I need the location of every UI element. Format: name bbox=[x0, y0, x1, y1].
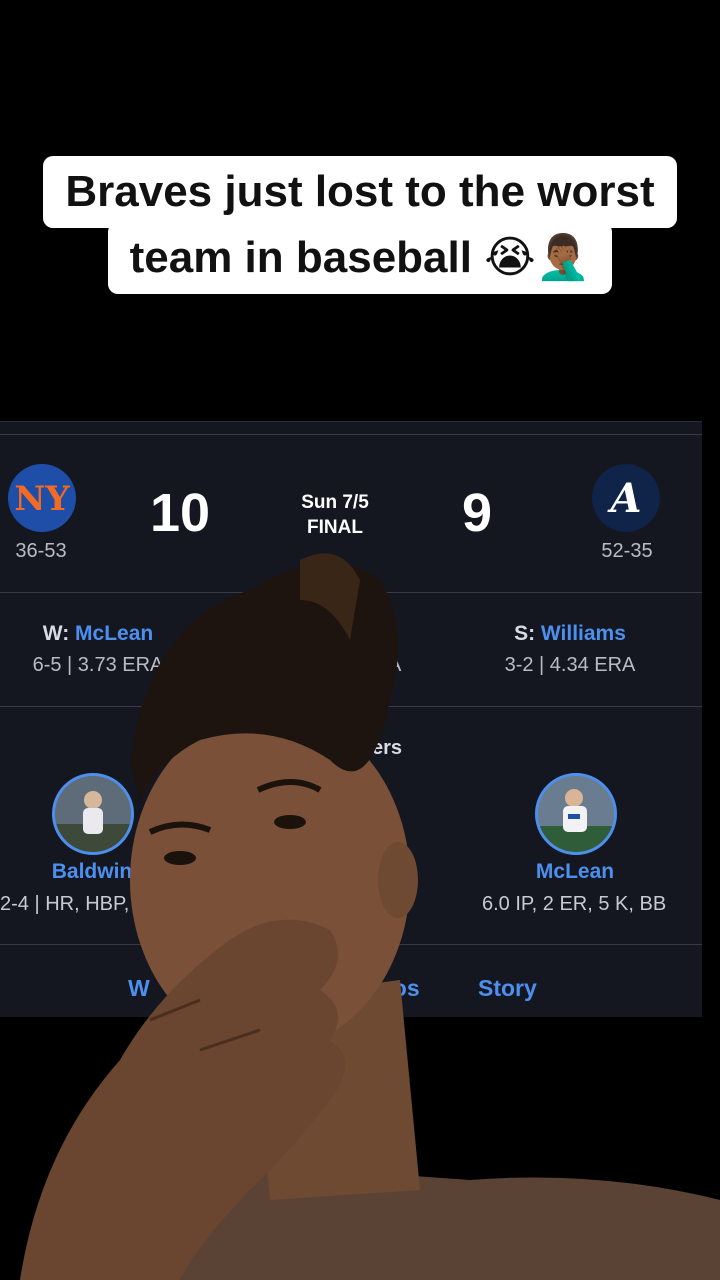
caption-line-1: Braves just lost to the worst bbox=[43, 156, 677, 228]
game-final: FINAL bbox=[307, 517, 363, 538]
game-status: Sun 7/5 FINAL bbox=[270, 490, 400, 540]
braves-logo-icon[interactable]: A bbox=[592, 464, 660, 532]
mets-logo-text: NY bbox=[14, 479, 70, 519]
caption-line-2-wrap: team in baseball 😭🤦🏾‍♂️ bbox=[0, 222, 720, 294]
caption-line-1-wrap: Braves just lost to the worst bbox=[0, 156, 720, 228]
caption-line-2: team in baseball 😭🤦🏾‍♂️ bbox=[107, 222, 613, 294]
divider bbox=[0, 434, 702, 435]
mets-logo-icon[interactable]: NY bbox=[8, 464, 76, 532]
game-date: Sun 7/5 bbox=[301, 492, 369, 513]
home-score: 9 bbox=[462, 483, 493, 543]
person-overlay-image bbox=[20, 553, 720, 1280]
braves-logo-text: A bbox=[606, 475, 641, 522]
away-score: 10 bbox=[150, 483, 211, 543]
